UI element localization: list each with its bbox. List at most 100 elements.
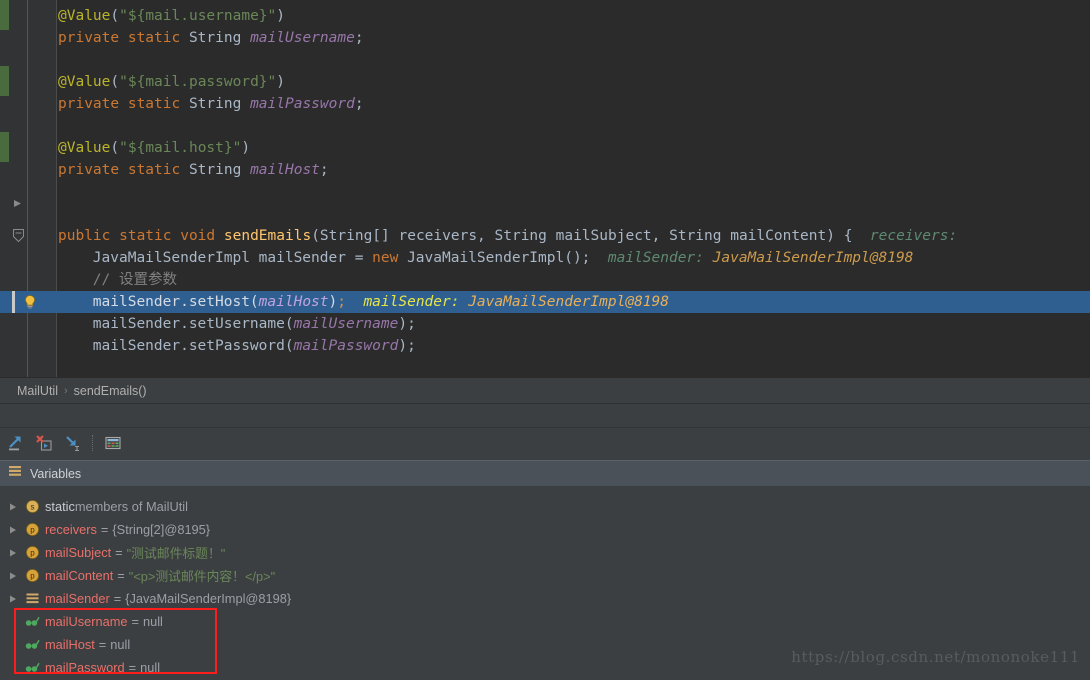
variable-equals: = [115,545,122,560]
code-token: @Value [58,140,110,156]
variable-equals: = [101,522,108,537]
code-line[interactable]: @Value("${mail.password}") [58,71,285,93]
variable-equals: = [132,614,139,629]
code-token: mailPassword [250,96,355,112]
variable-name: mailSubject [45,545,111,560]
code-token: JavaMailSenderImpl(); [407,250,590,266]
vcs-change-strip [0,0,9,377]
tab-variables[interactable]: Variables [0,460,1090,486]
code-token: mailSender: [590,250,712,266]
code-line[interactable]: private static String mailHost; [58,159,329,181]
code-token: ( [110,140,119,156]
code-line[interactable]: private static String mailUsername; [58,27,364,49]
expand-arrow-icon[interactable] [4,571,22,581]
code-token: ; [407,338,416,354]
step-into-icon[interactable] [3,430,29,456]
param-icon: p [22,523,42,536]
expand-arrow-icon[interactable] [4,548,22,558]
variable-value: "测试邮件标题！" [127,543,226,562]
vcs-change-mark[interactable] [0,0,9,30]
variable-row[interactable]: p mailSubject = "测试邮件标题！" [0,541,1090,564]
evaluate-expression-icon[interactable] [100,430,126,456]
code-token: mailSender: [346,294,468,310]
code-token: (String[] receivers, String mailSubject,… [311,228,852,244]
code-token: ) [241,140,250,156]
svg-text:p: p [30,548,35,557]
variable-row[interactable]: pmailContent="<p>测试邮件内容！</p>" [0,564,1090,587]
code-editor[interactable]: @Value("${mail.username}")private static… [0,0,1090,377]
panel-top-divider [0,403,1090,404]
variable-equals: = [114,591,121,606]
code-token: ) [329,294,338,310]
variable-row[interactable]: mailUsername=null [0,610,1090,633]
code-token: static [128,162,189,178]
code-line[interactable]: // 设置参数 [58,269,177,291]
code-token: ; [407,316,416,332]
code-line[interactable]: @Value("${mail.username}") [58,5,285,27]
fold-expand-arrow-icon[interactable] [11,196,26,211]
fold-collapse-marker-icon[interactable] [11,228,26,243]
code-token: ) [398,338,407,354]
variable-value: null [143,614,163,629]
expand-arrow-icon[interactable] [4,525,22,535]
expand-arrow-icon[interactable] [4,594,22,604]
code-token: JavaMailSenderImpl@8198 [468,294,669,310]
code-token: ( [110,8,119,24]
variable-value: null [140,660,160,675]
code-line[interactable]: mailSender.setHost(mailHost); mailSender… [58,291,669,313]
variable-value: "<p>测试邮件内容！</p>" [129,566,275,585]
variable-name: receivers [45,522,97,537]
field-icon [22,661,42,674]
variable-equals: = [99,637,106,652]
code-token: "${mail.password}" [119,74,276,90]
variable-name: mailHost [45,637,95,652]
code-token: JavaMailSenderImpl@8198 [713,250,914,266]
variable-name: mailSender [45,591,110,606]
code-line[interactable]: mailSender.setPassword(mailPassword); [58,335,416,357]
force-step-into-icon[interactable] [31,430,57,456]
code-token: mailSender.setUsername( [93,316,294,332]
step-out-icon[interactable] [59,430,85,456]
field-icon [22,638,42,651]
code-token: mailPassword [294,338,399,354]
variable-row[interactable]: sstatic members of MailUtil [0,495,1090,518]
tab-variables-label: Variables [30,467,81,481]
vcs-change-mark[interactable] [0,66,9,96]
intention-lightbulb-icon[interactable] [22,294,38,310]
editor-gutter[interactable] [9,0,57,377]
variable-row[interactable]: mailSender={JavaMailSenderImpl@8198} [0,587,1090,610]
code-line[interactable]: public static void sendEmails(String[] r… [58,225,957,247]
breadcrumb-class[interactable]: MailUtil [17,384,58,398]
code-token: private [58,162,128,178]
code-line[interactable]: mailSender.setUsername(mailUsername); [58,313,416,335]
code-token: static [119,228,180,244]
debugger-panel: Variables sstatic members of MailUtilpre… [0,403,1090,680]
svg-text:s: s [30,502,34,511]
code-text-layer[interactable]: @Value("${mail.username}")private static… [58,0,1090,377]
variable-row[interactable]: preceivers={String[2]@8195} [0,518,1090,541]
breadcrumb-method[interactable]: sendEmails() [74,384,147,398]
expand-arrow-icon[interactable] [4,502,22,512]
variable-name: mailPassword [45,660,125,675]
code-line[interactable]: private static String mailPassword; [58,93,364,115]
code-token: ; [355,30,364,46]
debugger-toolbar[interactable] [0,428,1090,458]
code-token: private [58,30,128,46]
breadcrumb-separator-icon: › [64,385,68,397]
code-line[interactable]: JavaMailSenderImpl mailSender = new Java… [58,247,913,269]
variable-equals: = [129,660,136,675]
breadcrumb[interactable]: MailUtil › sendEmails() [0,377,1090,403]
code-token: mailHost [250,162,320,178]
param-icon: p [22,546,42,559]
code-token: void [180,228,224,244]
code-token: private [58,96,128,112]
code-token: ; [320,162,329,178]
code-token: ; [355,96,364,112]
code-token: receivers: [852,228,957,244]
variable-name-suffix: members of MailUtil [75,499,188,514]
code-line[interactable]: @Value("${mail.host}") [58,137,250,159]
svg-text:p: p [30,571,35,580]
code-token: String [189,162,250,178]
vcs-change-mark[interactable] [0,132,9,162]
code-token: ) [276,74,285,90]
